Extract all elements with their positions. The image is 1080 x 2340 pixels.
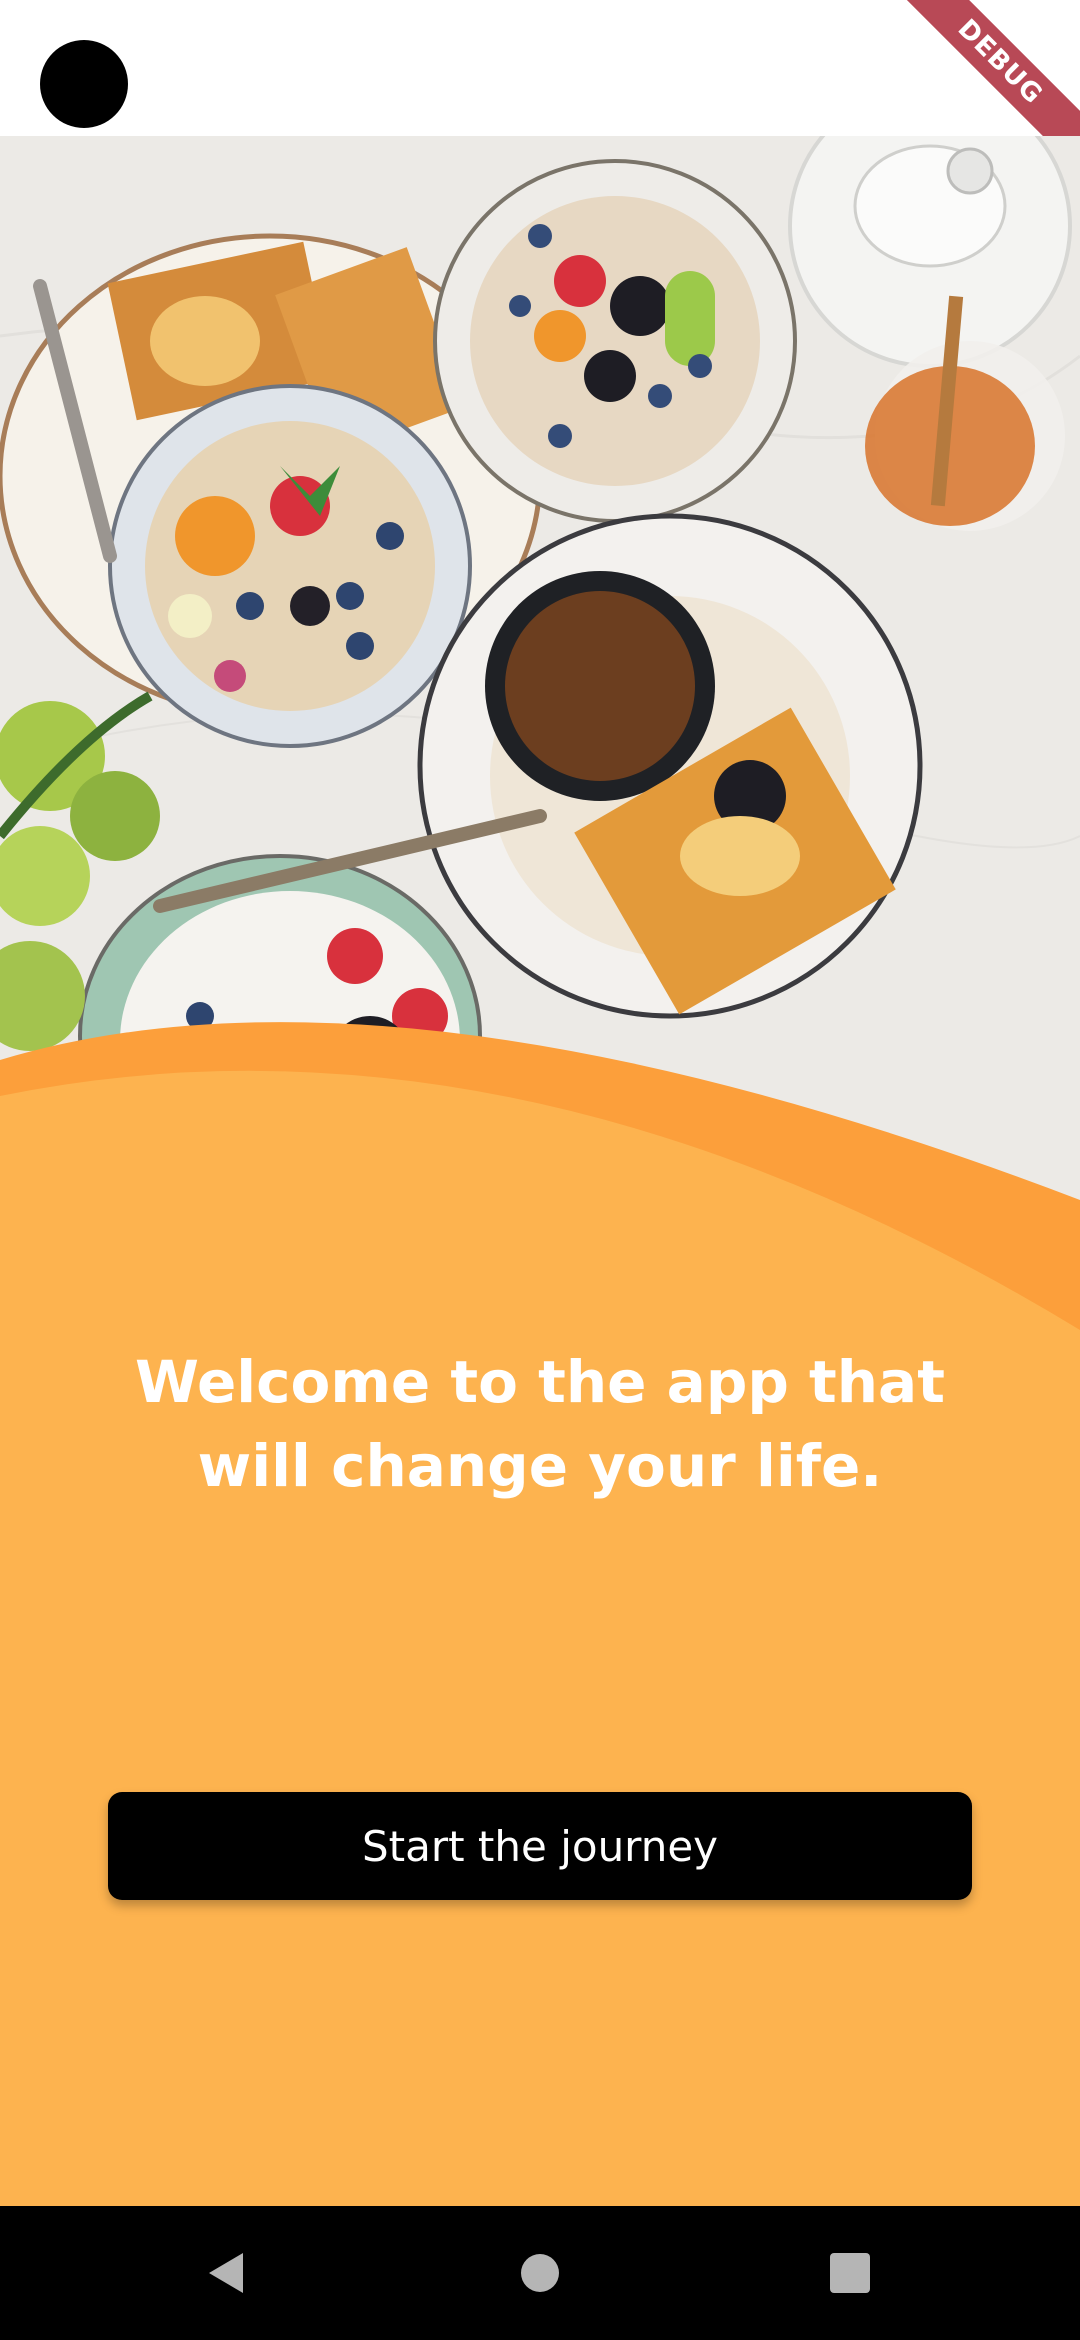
welcome-heading: Welcome to the app that will change your… [120, 1340, 960, 1508]
camera-cutout [40, 40, 128, 128]
recents-icon [830, 2253, 870, 2293]
start-journey-button[interactable]: Start the journey [108, 1792, 972, 1900]
welcome-line-2: will change your life. [197, 1432, 883, 1500]
status-time: 10:28 [160, 48, 275, 89]
nav-recents-button[interactable] [760, 2206, 940, 2340]
nav-back-button[interactable] [135, 2206, 315, 2340]
back-icon [209, 2253, 243, 2293]
nav-home-button[interactable] [450, 2206, 630, 2340]
oatmeal-bowl-top [433, 159, 797, 523]
welcome-line-1: Welcome to the app that [135, 1348, 945, 1416]
home-icon [521, 2254, 559, 2292]
status-bar: 10:28 DEBUG [0, 0, 1080, 136]
navigation-bar [0, 2206, 1080, 2340]
oatmeal-bowl-middle [108, 384, 472, 748]
coffee-plate [417, 513, 923, 1019]
orange-wave-background [0, 1022, 1080, 2340]
